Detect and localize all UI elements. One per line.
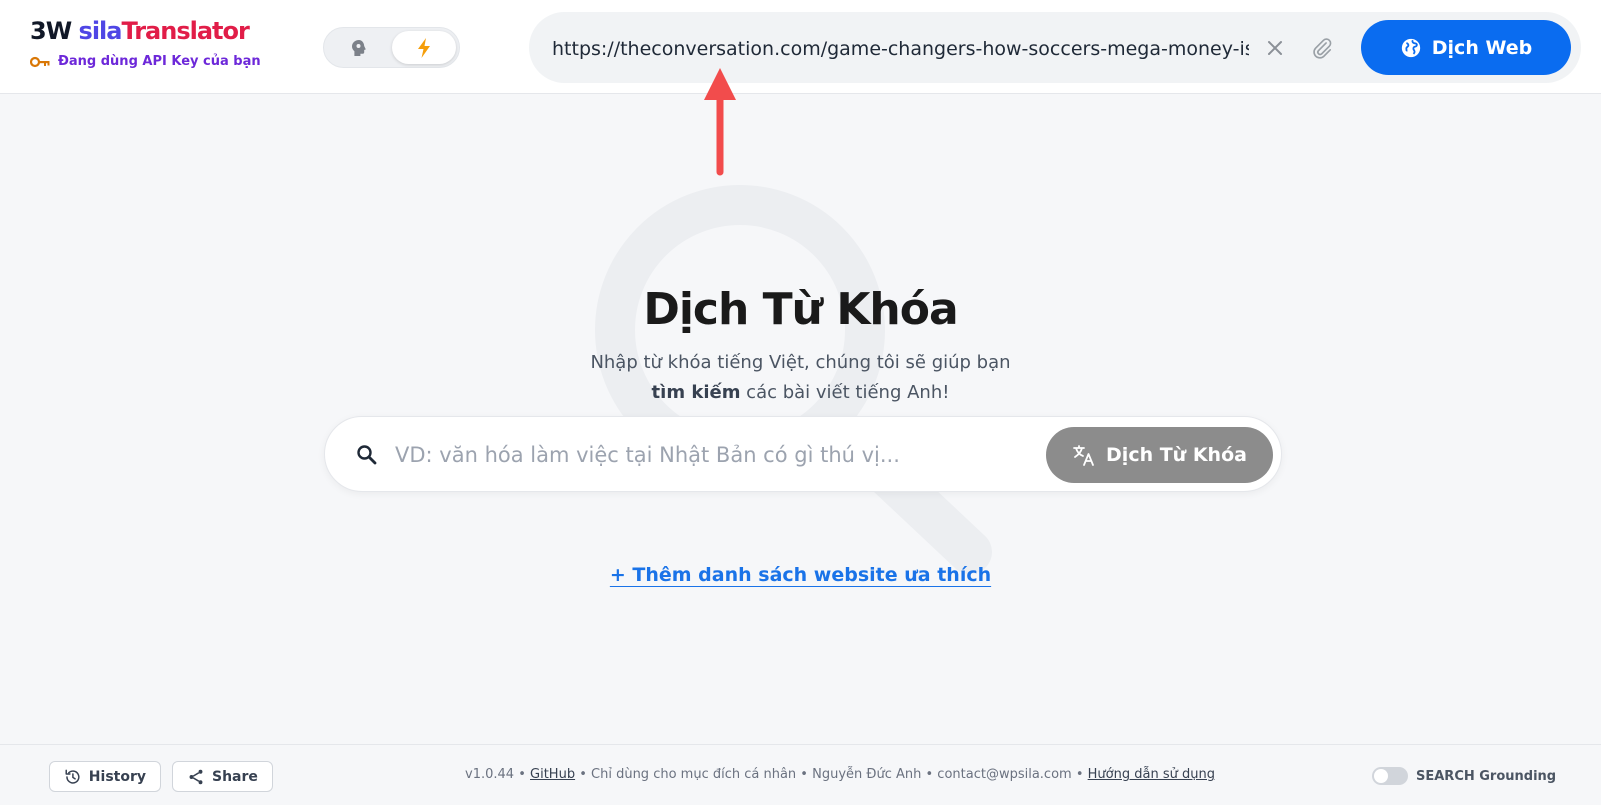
translate-web-label: Dịch Web <box>1431 36 1533 59</box>
lightning-icon <box>418 37 430 58</box>
translate-web-button[interactable]: Dịch Web <box>1361 20 1571 75</box>
share-label: Share <box>212 768 258 785</box>
key-icon <box>30 56 50 67</box>
annotation-arrow-icon <box>704 68 736 176</box>
logo-sila: sila <box>78 17 123 45</box>
subtitle-line-1: Nhập từ khóa tiếng Việt, chúng tôi sẽ gi… <box>590 352 1011 373</box>
footer-sep: • <box>1071 767 1088 782</box>
logo-translator: Translator <box>121 17 249 45</box>
attach-button[interactable] <box>1309 35 1335 61</box>
url-input[interactable]: https://theconversation.com/game-changer… <box>552 36 1249 62</box>
share-icon <box>189 769 203 784</box>
brand: 3W silaTranslator Đang dùng API Key của … <box>30 16 261 69</box>
add-favorite-websites-link-wrap: + Thêm danh sách website ưa thích <box>0 564 1601 586</box>
page-subtitle: Nhập từ khóa tiếng Việt, chúng tôi sẽ gi… <box>0 348 1601 408</box>
footer-sep: • <box>796 767 813 782</box>
keyword-input[interactable] <box>395 437 1005 473</box>
history-label: History <box>88 768 146 785</box>
translate-icon <box>1073 445 1094 466</box>
mode-toggle <box>323 27 460 68</box>
subtitle-line-2: tìm kiếm các bài viết tiếng Anh! <box>0 378 1601 408</box>
search-grounding-toggle[interactable]: SEARCH Grounding <box>1372 767 1556 785</box>
footer-sep: • <box>575 767 592 782</box>
guide-link[interactable]: Hướng dẫn sử dụng <box>1088 767 1215 782</box>
footer-sep: • <box>921 767 938 782</box>
logo-prefix: 3W <box>30 17 79 45</box>
api-key-status-text: Đang dùng API Key của bạn <box>58 54 261 69</box>
brain-icon <box>352 39 366 56</box>
translate-keyword-label: Dịch Từ Khóa <box>1106 444 1247 466</box>
github-link[interactable]: GitHub <box>530 767 575 782</box>
paperclip-icon <box>1313 38 1332 59</box>
top-header: 3W silaTranslator Đang dùng API Key của … <box>0 0 1601 94</box>
globe-icon <box>1401 38 1420 57</box>
subtitle-bold: tìm kiếm <box>651 382 741 403</box>
footer: History Share v1.0.44 • GitHub • Chỉ dùn… <box>0 744 1601 805</box>
author-text: Nguyễn Đức Anh <box>812 767 922 782</box>
personal-use-text: Chỉ dùng cho mục đích cá nhân <box>591 767 797 782</box>
page-title: Dịch Từ Khóa <box>643 284 958 335</box>
grounding-label: SEARCH Grounding <box>1416 768 1557 784</box>
grounding-switch[interactable] <box>1372 767 1408 785</box>
footer-info: v1.0.44 • GitHub • Chỉ dùng cho mục đích… <box>370 767 1310 782</box>
footer-sep: • <box>514 767 531 782</box>
keyword-search-box: Dịch Từ Khóa <box>324 416 1282 492</box>
subtitle-rest: các bài viết tiếng Anh! <box>740 382 950 403</box>
history-button[interactable]: History <box>49 761 161 792</box>
add-favorite-websites-link[interactable]: + Thêm danh sách website ưa thích <box>610 564 991 586</box>
mode-fast-button[interactable] <box>392 31 456 64</box>
contact-text: contact@wpsila.com <box>937 767 1072 782</box>
clear-url-button[interactable] <box>1263 36 1287 60</box>
mode-thinking-button[interactable] <box>327 31 391 64</box>
close-icon <box>1268 41 1282 55</box>
translate-keyword-button[interactable]: Dịch Từ Khóa <box>1046 427 1273 483</box>
url-bar: https://theconversation.com/game-changer… <box>529 12 1581 83</box>
app-logo[interactable]: 3W silaTranslator <box>30 16 261 46</box>
share-button[interactable]: Share <box>172 761 273 792</box>
version-text: v1.0.44 <box>465 767 515 782</box>
api-key-status: Đang dùng API Key của bạn <box>30 54 261 69</box>
search-icon <box>357 445 377 465</box>
history-icon <box>65 769 80 784</box>
